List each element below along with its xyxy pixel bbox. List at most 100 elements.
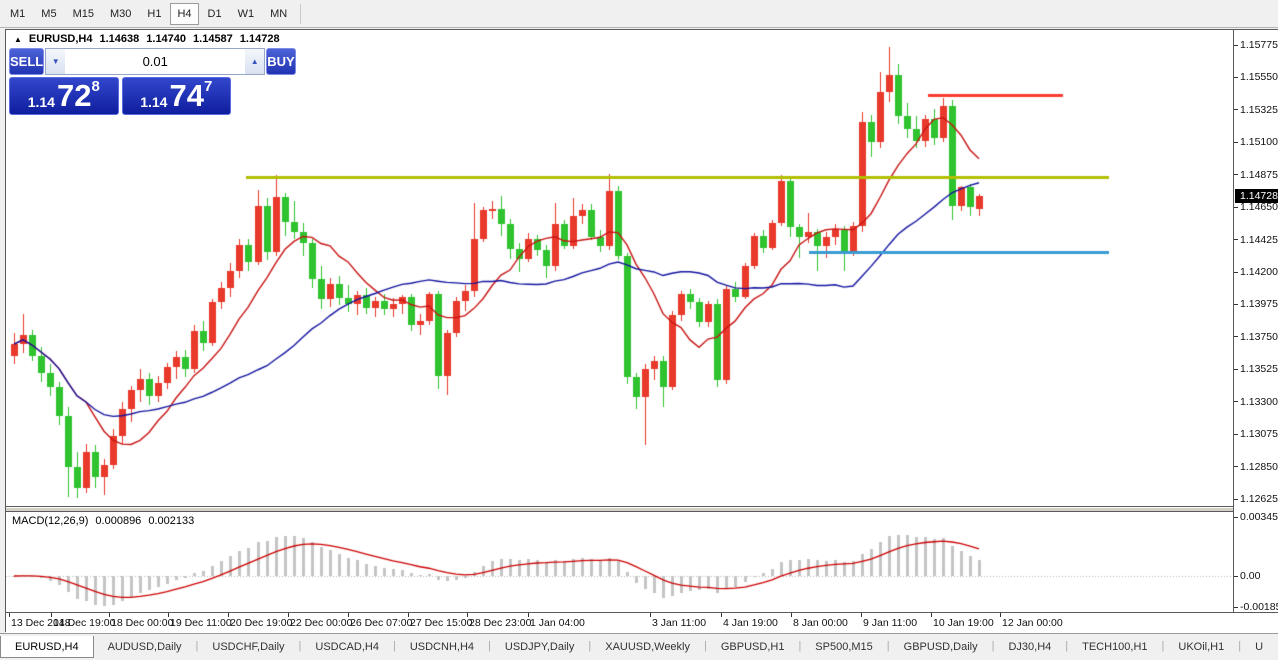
lot-size-group: ▼ ▲ [45, 48, 265, 75]
chart-tab-gbpusd-h1[interactable]: GBPUSD,H1 [707, 636, 799, 658]
timeframe-button-m30[interactable]: M30 [103, 3, 138, 25]
buy-price-prefix: 1.14 [140, 94, 167, 111]
macd-signal-value: 0.002133 [148, 515, 194, 527]
chart-symbol-label: EURUSD,H4 [29, 33, 93, 45]
time-axis-tick [791, 613, 792, 617]
time-axis-tick [528, 613, 529, 617]
time-axis-tick [1000, 613, 1001, 617]
price-axis[interactable]: 1.14728 1.157751.155501.153251.151001.14… [1233, 30, 1278, 612]
timeframe-toolbar: M1M5M15M30H1H4D1W1MN [0, 0, 1278, 28]
time-axis-tick [721, 613, 722, 617]
time-axis-label: 12 Jan 00:00 [1002, 617, 1063, 629]
price-axis-label: 1.15775 [1234, 39, 1278, 52]
chart-tab-dj30-h4[interactable]: DJ30,H4 [994, 636, 1065, 658]
time-axis-tick [51, 613, 52, 617]
time-axis-label: 9 Jan 11:00 [863, 617, 917, 629]
price-axis-label: 1.15550 [1234, 71, 1278, 84]
chart-collapse-icon[interactable]: ▲ [14, 35, 22, 44]
time-axis-tick [861, 613, 862, 617]
buy-button[interactable]: BUY [266, 48, 295, 75]
timeframe-button-m5[interactable]: M5 [34, 3, 63, 25]
chart-tab-gbpusd-daily[interactable]: GBPUSD,Daily [890, 636, 992, 658]
timeframe-button-d1[interactable]: D1 [201, 3, 229, 25]
chart-tab-eurusd-h4[interactable]: EURUSD,H4 [0, 636, 94, 658]
chart-tab-usdjpy-daily[interactable]: USDJPY,Daily [491, 636, 589, 658]
chart-tab-bar: EURUSD,H4AUDUSD,Daily|USDCHF,Daily|USDCA… [0, 633, 1278, 659]
time-axis-tick [348, 613, 349, 617]
price-axis-label: 1.13525 [1234, 363, 1278, 376]
buy-price-pips: 74 [169, 81, 203, 111]
timeframe-button-m15[interactable]: M15 [66, 3, 101, 25]
chart-tab-usdchf-daily[interactable]: USDCHF,Daily [198, 636, 298, 658]
time-axis-label: 14 Dec 19:00 [53, 617, 115, 629]
lot-increment-button[interactable]: ▲ [245, 49, 264, 74]
time-axis-label: 10 Jan 19:00 [933, 617, 994, 629]
timeframe-button-h4[interactable]: H4 [170, 3, 198, 25]
time-axis-label: 18 Dec 00:00 [111, 617, 173, 629]
time-axis-label: 3 Jan 11:00 [652, 617, 706, 629]
one-click-trade-panel: SELL ▼ ▲ BUY 1.14 72 8 1.14 74 7 [9, 48, 231, 115]
price-axis-label: 1.14650 [1234, 201, 1278, 214]
chart-title: ▲ EURUSD,H4 1.14638 1.14740 1.14587 1.14… [14, 33, 280, 45]
chart-window: ▲ EURUSD,H4 1.14638 1.14740 1.14587 1.14… [5, 29, 1278, 632]
time-axis-tick [931, 613, 932, 617]
sell-price-box[interactable]: 1.14 72 8 [9, 77, 119, 115]
time-axis[interactable]: 13 Dec 201814 Dec 19:0018 Dec 00:0019 De… [6, 612, 1278, 633]
macd-indicator-pane[interactable]: MACD(12,26,9) 0.000896 0.002133 [6, 511, 1233, 612]
chart-tab-usdcnh-h4[interactable]: USDCNH,H4 [396, 636, 488, 658]
sell-button[interactable]: SELL [9, 48, 44, 75]
price-axis-label: 1.12625 [1234, 493, 1278, 506]
price-axis-label: 1.14425 [1234, 233, 1278, 246]
time-axis-label: 4 Jan 19:00 [723, 617, 778, 629]
time-axis-tick [228, 613, 229, 617]
macd-main-value: 0.000896 [95, 515, 141, 527]
chart-tab-audusd-daily[interactable]: AUDUSD,Daily [94, 636, 196, 658]
sell-price-point: 8 [91, 79, 99, 94]
chart-open-value: 1.14638 [100, 33, 140, 45]
timeframe-button-w1[interactable]: W1 [231, 3, 262, 25]
time-axis-label: 1 Jan 04:00 [530, 617, 585, 629]
chart-tab-xauusd-weekly[interactable]: XAUUSD,Weekly [591, 636, 704, 658]
timeframe-button-mn[interactable]: MN [263, 3, 294, 25]
price-axis-label: 1.14875 [1234, 168, 1278, 181]
macd-axis-label: 0.00 [1234, 570, 1260, 583]
chart-low-value: 1.14587 [193, 33, 233, 45]
sell-price-pips: 72 [57, 81, 91, 111]
macd-label: MACD(12,26,9) 0.000896 0.002133 [12, 515, 194, 527]
chart-tab-usdcad-h4[interactable]: USDCAD,H4 [301, 636, 393, 658]
time-axis-label: 8 Jan 00:00 [793, 617, 848, 629]
tabs-container: EURUSD,H4AUDUSD,Daily|USDCHF,Daily|USDCA… [0, 634, 1277, 660]
lot-size-input[interactable] [65, 49, 245, 74]
price-axis-label: 1.13075 [1234, 428, 1278, 441]
chart-tab-u[interactable]: U [1241, 636, 1277, 658]
chart-tab-sp500-m15[interactable]: SP500,M15 [801, 636, 886, 658]
macd-name: MACD(12,26,9) [12, 515, 88, 527]
chart-tab-tech100-h1[interactable]: TECH100,H1 [1068, 636, 1161, 658]
price-axis-label: 1.12850 [1234, 460, 1278, 473]
time-axis-tick [9, 613, 10, 617]
main-chart-pane[interactable]: ▲ EURUSD,H4 1.14638 1.14740 1.14587 1.14… [6, 30, 1233, 507]
time-axis-label: 20 Dec 19:00 [230, 617, 292, 629]
price-axis-label: 1.15100 [1234, 136, 1278, 149]
price-axis-label: 1.13975 [1234, 298, 1278, 311]
macd-axis-label: 0.003452 [1234, 511, 1278, 524]
macd-chart-canvas[interactable] [6, 512, 1233, 612]
time-axis-label: 26 Dec 07:00 [350, 617, 412, 629]
time-axis-tick [288, 613, 289, 617]
timeframe-button-h1[interactable]: H1 [140, 3, 168, 25]
lot-decrement-button[interactable]: ▼ [46, 49, 65, 74]
time-axis-label: 28 Dec 23:00 [469, 617, 531, 629]
time-axis-label: 19 Dec 11:00 [170, 617, 232, 629]
buy-price-point: 7 [204, 79, 212, 94]
time-axis-tick [109, 613, 110, 617]
price-axis-label: 1.14200 [1234, 266, 1278, 279]
buy-price-box[interactable]: 1.14 74 7 [122, 77, 232, 115]
time-axis-tick [168, 613, 169, 617]
timeframe-button-m1[interactable]: M1 [3, 3, 32, 25]
price-axis-label: 1.13300 [1234, 395, 1278, 408]
price-axis-label: 1.15325 [1234, 103, 1278, 116]
chart-high-value: 1.14740 [146, 33, 186, 45]
toolbar-separator [300, 4, 301, 24]
time-axis-tick [408, 613, 409, 617]
chart-tab-ukoil-h1[interactable]: UKOil,H1 [1164, 636, 1238, 658]
